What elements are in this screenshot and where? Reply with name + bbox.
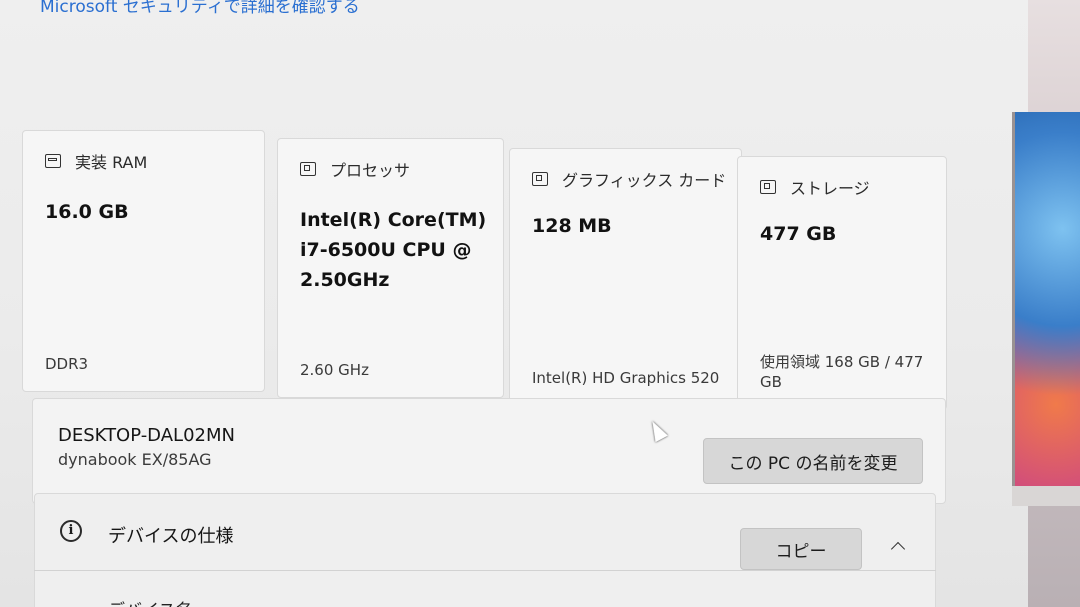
- card-storage-value: 477 GB: [760, 223, 837, 245]
- device-name: DESKTOP-DAL02MN: [58, 425, 235, 446]
- card-ram-sub: DDR3: [45, 355, 89, 373]
- device-specs-title: デバイスの仕様: [108, 526, 234, 547]
- storage-icon: [760, 180, 776, 194]
- card-processor-value-line2: i7-6500U CPU @: [300, 239, 472, 261]
- card-ram-header: 実装 RAM: [45, 149, 147, 173]
- desktop-wallpaper: [1012, 112, 1080, 502]
- card-processor-value-line3: 2.50GHz: [300, 269, 390, 291]
- memory-icon: [45, 154, 61, 168]
- settings-window: Microsoft セキュリティで詳細を確認する 実装 RAM 16.0 GB …: [0, 0, 1028, 607]
- rename-pc-button[interactable]: この PC の名前を変更: [703, 438, 923, 484]
- device-model: dynabook EX/85AG: [58, 450, 212, 469]
- card-processor-title: プロセッサ: [330, 161, 411, 180]
- card-ram-value: 16.0 GB: [45, 201, 129, 223]
- copy-button[interactable]: コピー: [740, 528, 862, 570]
- card-storage: ストレージ 477 GB 使用領域 168 GB / 477 GB: [737, 156, 947, 410]
- card-graphics-header: グラフィックス カード: [532, 167, 726, 191]
- card-processor: プロセッサ Intel(R) Core(TM) i7-6500U CPU @ 2…: [277, 138, 504, 398]
- info-icon: i: [60, 520, 82, 542]
- card-storage-header: ストレージ: [760, 175, 870, 199]
- divider: [34, 570, 936, 571]
- card-graphics-sub: Intel(R) HD Graphics 520: [532, 369, 720, 387]
- chevron-up-icon[interactable]: [892, 540, 906, 554]
- taskbar: [1012, 486, 1080, 506]
- card-ram-title: 実装 RAM: [75, 153, 148, 172]
- card-storage-sub-line2: GB: [760, 373, 782, 391]
- card-graphics-value: 128 MB: [532, 215, 612, 237]
- card-storage-title: ストレージ: [790, 179, 870, 198]
- card-processor-sub: 2.60 GHz: [300, 361, 369, 379]
- graphics-card-icon: [532, 172, 548, 186]
- card-ram: 実装 RAM 16.0 GB DDR3: [22, 130, 265, 392]
- card-processor-value-line1: Intel(R) Core(TM): [300, 209, 487, 231]
- card-graphics-title: グラフィックス カード: [562, 171, 727, 190]
- processor-icon: [300, 162, 316, 176]
- security-details-link[interactable]: Microsoft セキュリティで詳細を確認する: [40, 0, 360, 17]
- card-storage-sub-line1: 使用領域 168 GB / 477: [760, 353, 924, 371]
- device-name-row-label: デバイス名: [108, 596, 193, 607]
- card-processor-header: プロセッサ: [300, 157, 410, 181]
- card-graphics: グラフィックス カード 128 MB Intel(R) HD Graphics …: [509, 148, 742, 404]
